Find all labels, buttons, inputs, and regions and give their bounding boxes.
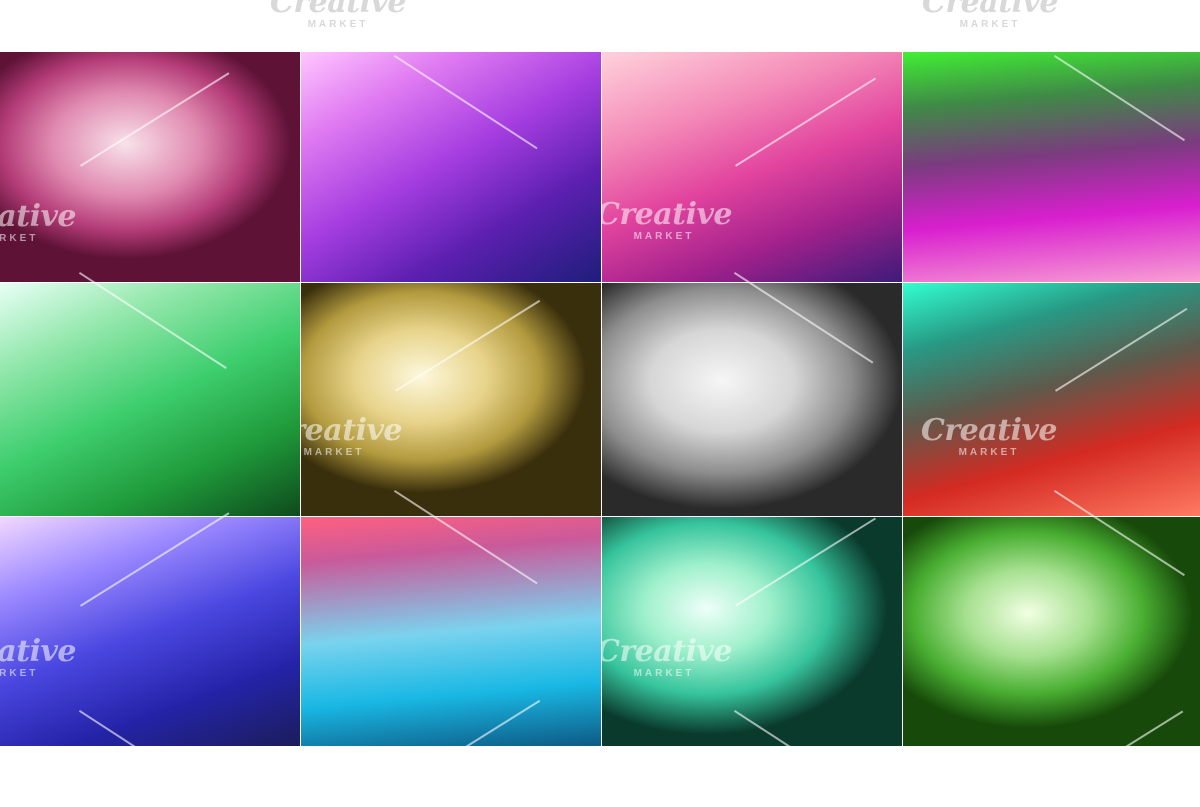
watermark-title: Creative [922, 0, 1058, 20]
gradient-tile-pink-magenta: Creative MARKET [602, 52, 902, 282]
watermark-subtitle: MARKET [959, 19, 1021, 30]
watermark-title: Creative [270, 0, 406, 20]
gradient-tile-mint-green [0, 283, 300, 516]
watermark-subtitle: MARKET [307, 19, 369, 30]
gradient-tile-teal-red: Creative MARKET [903, 283, 1200, 516]
top-watermark-left: Creative MARKET [270, 0, 406, 30]
gradient-tile-lime-green [903, 517, 1200, 746]
tile-watermark: CreativeMARKET [0, 199, 76, 244]
gradient-tile-rose-cyan [301, 517, 601, 746]
gradient-tile-green-magenta [903, 52, 1200, 282]
gradient-tile-seafoam-teal: Creative MARKET [602, 517, 902, 746]
gradient-tile-lavender-blue: CreativeMARKET [0, 517, 300, 746]
top-watermark-right: Creative MARKET [922, 0, 1058, 30]
gradient-swatch-grid: CreativeMARKET CreativeMARKET CreativeMA… [0, 52, 1200, 746]
gradient-tile-gold-cream: CreativeMARKET [301, 283, 601, 516]
gradient-tile-pink-rose: CreativeMARKET [0, 52, 300, 282]
tile-watermark: CreativeMARKET [602, 197, 732, 242]
tile-watermark: CreativeMARKET [0, 634, 76, 679]
gradient-tile-silver-grey [602, 283, 902, 516]
tile-watermark: CreativeMARKET [301, 413, 402, 458]
gradient-tile-violet-indigo [301, 52, 601, 282]
tile-watermark: CreativeMARKET [602, 634, 732, 679]
tile-watermark: CreativeMARKET [921, 413, 1057, 458]
